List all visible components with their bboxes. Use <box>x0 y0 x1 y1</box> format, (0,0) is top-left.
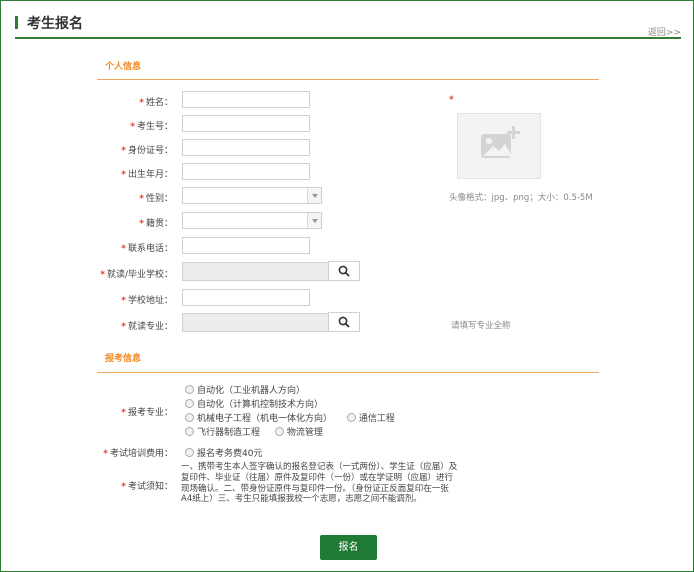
birth-label: * 出生年月： <box>121 170 173 180</box>
submit-button[interactable]: 报名 <box>320 535 377 560</box>
section-title-exam: 报考信息 <box>105 354 142 364</box>
major-input[interactable] <box>182 313 329 332</box>
school-address-label: * 学校地址： <box>121 296 173 306</box>
photo-upload[interactable] <box>457 113 541 179</box>
name-label: * 姓名： <box>139 98 173 108</box>
required-star: * <box>121 146 126 156</box>
fee-option[interactable]: 报名考务费40元 <box>185 446 262 459</box>
required-star: * <box>121 244 126 254</box>
required-star: * <box>103 449 108 459</box>
apply-option[interactable]: 飞行器制造工程 <box>185 425 260 438</box>
school-label: * 就读/毕业学校： <box>100 270 173 280</box>
native-place-select[interactable] <box>182 212 322 229</box>
section-divider-personal <box>97 79 599 80</box>
required-star: * <box>121 482 126 492</box>
examinee-no-label: * 考生号： <box>130 122 173 132</box>
apply-option[interactable]: 通信工程 <box>346 411 395 424</box>
birth-input[interactable] <box>182 163 310 180</box>
apply-option[interactable]: 自动化（计算机控制技术方向） <box>185 397 323 410</box>
phone-label: * 联系电话： <box>121 244 173 254</box>
phone-input[interactable] <box>182 237 310 254</box>
apply-option-row-3: 机械电子工程（机电一体化方向） 通信工程 <box>185 411 407 424</box>
native-place-label: * 籍贯： <box>139 219 173 229</box>
radio-icon <box>185 399 194 408</box>
major-search-button[interactable] <box>328 312 360 332</box>
examinee-no-input[interactable] <box>182 115 310 132</box>
page-title: 考生报名 <box>27 16 83 32</box>
required-star: * <box>139 98 144 108</box>
registration-page: 考生报名 返回>> 个人信息 * 姓名： * 考生号： * 身份证号： * 出生年月： … <box>0 0 694 572</box>
required-star: * <box>130 122 135 132</box>
title-accent-bar <box>15 16 18 29</box>
photo-required-star: * <box>449 95 454 105</box>
required-star: * <box>100 270 105 280</box>
chevron-down-icon <box>307 213 321 228</box>
fee-label: * 考试培训费用： <box>103 449 173 459</box>
required-star: * <box>121 408 126 418</box>
id-no-label: * 身份证号： <box>121 146 173 156</box>
radio-icon <box>185 413 194 422</box>
apply-option[interactable]: 自动化（工业机器人方向） <box>185 383 305 396</box>
required-star: * <box>139 219 144 229</box>
school-input[interactable] <box>182 262 329 281</box>
radio-icon <box>274 427 284 436</box>
page-header: 考生报名 返回>> <box>15 13 681 39</box>
chevron-down-icon <box>307 188 321 203</box>
major-hint: 请填写专业全称 <box>451 321 511 331</box>
section-title-personal: 个人信息 <box>105 62 142 72</box>
apply-option-row-4: 飞行器制造工程 物流管理 <box>185 425 335 438</box>
radio-icon <box>185 385 194 394</box>
image-add-icon <box>481 126 520 158</box>
header-divider <box>15 37 681 39</box>
apply-option[interactable]: 物流管理 <box>274 425 323 438</box>
radio-icon <box>185 427 194 436</box>
gender-label: * 性别： <box>139 194 173 204</box>
required-star: * <box>121 322 126 332</box>
name-input[interactable] <box>182 91 310 108</box>
apply-option-row-2: 自动化（计算机控制技术方向） <box>185 397 335 410</box>
id-no-input[interactable] <box>182 139 310 156</box>
radio-icon <box>346 413 356 422</box>
apply-major-label: * 报考专业： <box>121 408 173 418</box>
notice-text: 一、携带考生本人签字确认的报名登记表（一式两份）、学生证（应届）及复印件、毕业证… <box>181 462 458 505</box>
required-star: * <box>139 194 144 204</box>
section-divider-exam <box>97 372 599 373</box>
apply-option-row-1: 自动化（工业机器人方向） <box>185 383 317 396</box>
required-star: * <box>121 296 126 306</box>
notice-label: * 考试须知： <box>121 482 173 492</box>
apply-option[interactable]: 机械电子工程（机电一体化方向） <box>185 411 332 424</box>
radio-icon <box>185 448 194 457</box>
photo-hint: 头像格式：jpg、png；大小：0.5-5M <box>449 193 593 203</box>
search-icon <box>338 316 350 328</box>
gender-select[interactable] <box>182 187 322 204</box>
search-icon <box>338 265 350 277</box>
school-search-button[interactable] <box>328 261 360 281</box>
fee-option-row: 报名考务费40元 <box>185 446 274 459</box>
school-address-input[interactable] <box>182 289 310 306</box>
required-star: * <box>121 170 126 180</box>
major-label: * 就读专业： <box>121 322 173 332</box>
